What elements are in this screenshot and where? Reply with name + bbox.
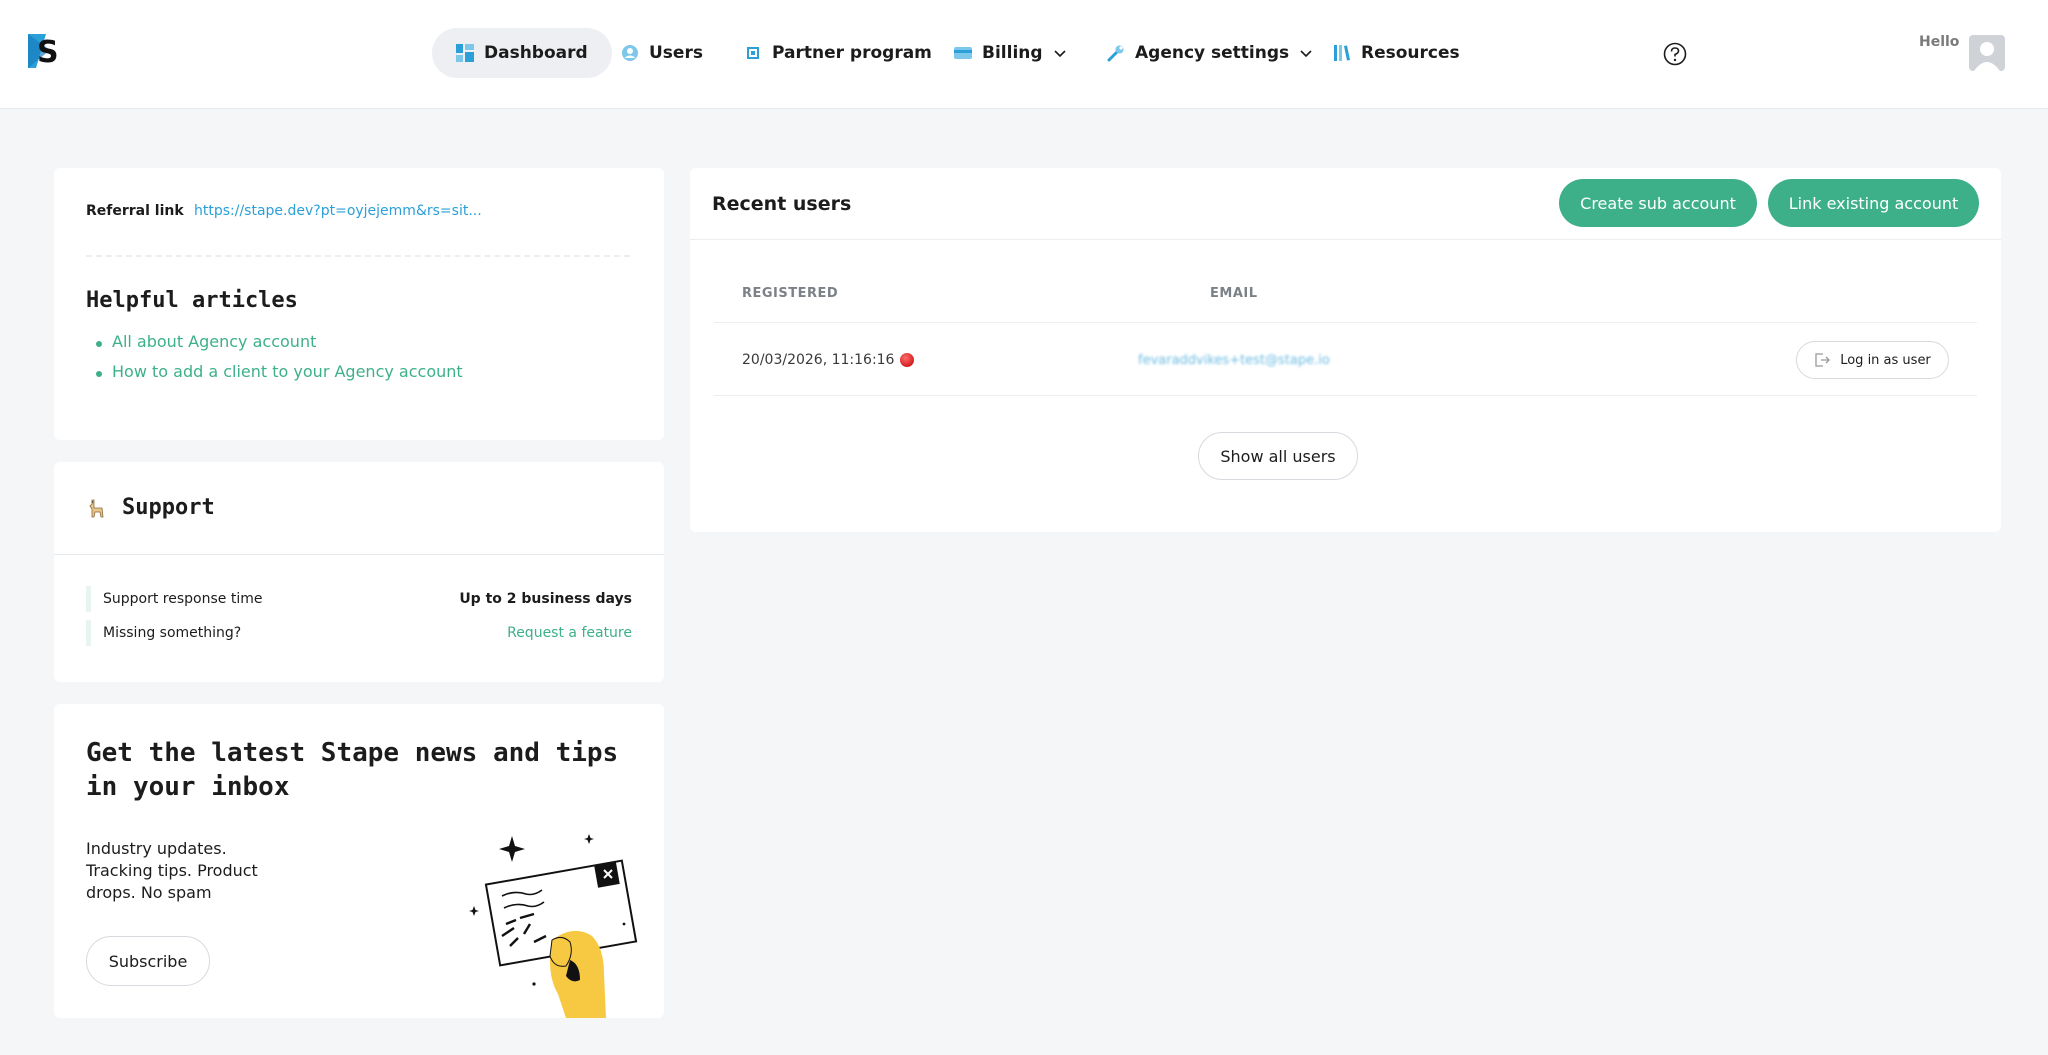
nav-resources-label: Resources — [1361, 43, 1460, 63]
nav-dashboard-label: Dashboard — [484, 43, 588, 63]
support-title-text: Support — [122, 495, 215, 520]
referral-card: Referral link https://stape.dev?pt=oyjej… — [54, 168, 664, 440]
nav-partner-program[interactable]: Partner program — [720, 28, 956, 78]
log-in-as-user-label: Log in as user — [1840, 352, 1931, 368]
recent-users-title: Recent users — [712, 193, 852, 215]
top-header: S Dashboard Users Partner program Billin… — [0, 0, 2048, 109]
divider — [86, 255, 630, 257]
show-all-users-button[interactable]: Show all users — [1198, 432, 1358, 480]
nav-dashboard[interactable]: Dashboard — [432, 28, 612, 78]
link-existing-account-button[interactable]: Link existing account — [1768, 179, 1979, 227]
subscribe-button[interactable]: Subscribe — [86, 936, 210, 986]
support-missing-row: Missing something? Request a feature — [86, 620, 632, 646]
users-icon — [622, 45, 638, 61]
avatar[interactable] — [1969, 35, 2005, 71]
referral-label: Referral link — [86, 203, 184, 219]
login-icon — [1815, 353, 1831, 367]
nav-agency-settings[interactable]: Agency settings — [1083, 28, 1337, 78]
newsletter-title: Get the latest Stape news and tips in yo… — [86, 738, 619, 802]
nav-billing[interactable]: Billing — [930, 28, 1091, 78]
status-dot-icon — [900, 353, 915, 367]
recent-users-card: Recent users Create sub account Link exi… — [690, 168, 2001, 532]
article-link[interactable]: All about Agency account — [96, 332, 463, 351]
dashboard-icon — [456, 44, 474, 62]
table-row-registered: 20/03/2026, 11:16:16 — [742, 352, 915, 368]
request-feature-link[interactable]: Request a feature — [507, 625, 632, 641]
log-in-as-user-button[interactable]: Log in as user — [1796, 341, 1949, 379]
table-divider — [714, 322, 1977, 323]
newsletter-card: Get the latest Stape news and tips in yo… — [54, 704, 664, 1018]
column-header-registered[interactable]: REGISTERED — [742, 286, 838, 301]
nav-partner-program-label: Partner program — [772, 43, 932, 63]
avatar-placeholder-icon — [1974, 42, 2000, 71]
helpful-articles-list: All about Agency account How to add a cl… — [96, 332, 463, 392]
hello-text: Hello — [1919, 34, 1960, 50]
resources-icon — [1334, 45, 1350, 61]
envelope-hand-illustration — [469, 834, 638, 1018]
article-link[interactable]: How to add a client to your Agency accou… — [96, 362, 463, 381]
stape-logo-icon[interactable]: S — [26, 32, 62, 70]
support-title: Support — [86, 495, 215, 520]
support-row-value: Up to 2 business days — [459, 591, 632, 607]
support-card: Support Support response time Up to 2 bu… — [54, 462, 664, 682]
nav-resources[interactable]: Resources — [1309, 28, 1484, 78]
recent-users-header: Recent users Create sub account Link exi… — [690, 168, 2001, 240]
svg-text:S: S — [37, 35, 59, 70]
support-response-row: Support response time Up to 2 business d… — [86, 586, 632, 612]
nav-billing-label: Billing — [982, 43, 1043, 63]
support-row-label: Missing something? — [103, 625, 242, 641]
wrench-icon — [1107, 45, 1124, 62]
column-header-email[interactable]: EMAIL — [1210, 286, 1258, 301]
referral-link[interactable]: https://stape.dev?pt=oyjejemm&rs=sit... — [194, 203, 482, 219]
divider — [54, 554, 664, 555]
helpful-articles-title: Helpful articles — [86, 288, 298, 313]
support-row-label: Support response time — [103, 591, 263, 607]
chevron-down-icon — [1053, 50, 1066, 58]
table-divider — [714, 395, 1977, 396]
user-email-link[interactable]: fevaraddvikes+test@stape.io — [1138, 353, 1330, 368]
partner-icon — [747, 47, 759, 59]
nav-agency-settings-label: Agency settings — [1135, 43, 1290, 63]
llama-icon — [89, 499, 104, 517]
billing-icon — [954, 47, 972, 59]
create-sub-account-button[interactable]: Create sub account — [1559, 179, 1757, 227]
help-icon[interactable] — [1662, 41, 1688, 67]
nav-users-label: Users — [649, 43, 703, 63]
registered-date: 20/03/2026, 11:16:16 — [742, 352, 895, 368]
nav-users[interactable]: Users — [597, 28, 727, 78]
newsletter-text: Industry updates. Tracking tips. Product… — [86, 839, 258, 902]
